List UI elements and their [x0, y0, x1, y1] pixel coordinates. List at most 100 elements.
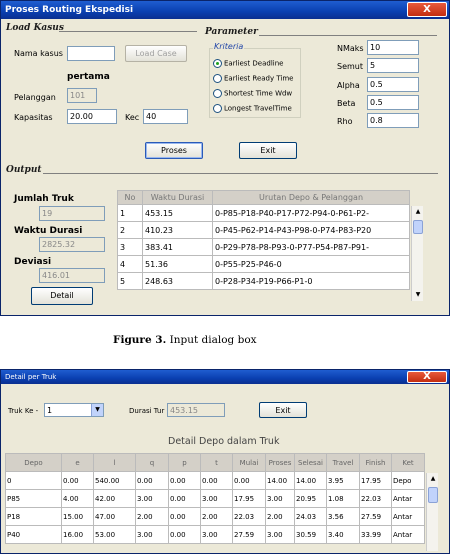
exit-button[interactable]: Exit	[239, 142, 297, 159]
proses-button[interactable]: Proses	[145, 142, 203, 159]
pelanggan-label: Pelanggan	[14, 93, 56, 102]
nmaks-label: NMaks	[337, 44, 364, 53]
column-header[interactable]: t	[200, 453, 233, 472]
radio-longest-traveltime[interactable]: Longest TravelTime	[213, 104, 292, 113]
divider	[259, 35, 437, 36]
table-row[interactable]: 2 410.23 0-P45-P62-P14-P43-P98-0-P74-P83-P…	[117, 221, 410, 239]
column-header[interactable]: q	[135, 453, 169, 472]
semut-input[interactable]: 5	[367, 58, 419, 73]
table-row[interactable]: 0 0.00 540.00 0.00 0.00 0.00 0.00 14.00 14.00 3.9…	[5, 471, 425, 490]
table-row[interactable]: 4 51.36 0-P55-P25-P46-0	[117, 255, 410, 273]
radio-earliest-ready-time[interactable]: Earliest Ready Time	[213, 74, 294, 83]
table-scrollbar[interactable]: ▲	[426, 473, 438, 551]
cell: 17.95	[232, 489, 266, 508]
cell: 20.95	[294, 489, 327, 508]
radio-label: Earliest Ready Time	[224, 74, 294, 83]
truk-select[interactable]: 1 ▼	[44, 403, 104, 417]
kec-input[interactable]: 40	[143, 109, 188, 124]
detail-button[interactable]: Detail	[31, 287, 93, 305]
chevron-down-icon[interactable]: ▼	[91, 404, 103, 416]
cell: 14.00	[265, 471, 295, 490]
exit-button[interactable]: Exit	[259, 402, 307, 418]
cell: 0.00	[135, 471, 169, 490]
close-button[interactable]: X	[407, 2, 447, 17]
load-case-button[interactable]: Load Case	[125, 45, 187, 62]
column-header[interactable]: Travel	[326, 453, 360, 472]
route-table: No Waktu Durasi Urutan Depo & Pelanggan …	[117, 190, 410, 290]
table-row[interactable]: 5 248.63 0-P28-P34-P19-P66-P1-0	[117, 272, 410, 290]
table-header-row: Depo e l q p t Mulai Proses Selesai Trav…	[5, 453, 425, 472]
alpha-input[interactable]: 0.5	[367, 77, 419, 92]
cell: 2.00	[135, 507, 169, 526]
cell: 0.00	[168, 525, 201, 544]
nama-kasus-input[interactable]	[67, 46, 115, 61]
scroll-up-icon[interactable]: ▲	[428, 474, 438, 484]
column-header[interactable]: Finish	[359, 453, 392, 472]
figure-caption: Figure 3. Input dialog box	[113, 334, 257, 346]
column-header[interactable]: e	[61, 453, 94, 472]
cell-durasi: 51.36	[142, 255, 213, 273]
radio-icon	[213, 89, 222, 98]
cell: 3.00	[265, 525, 295, 544]
table-scrollbar[interactable]: ▲ ▼	[411, 206, 423, 301]
cell: 17.95	[359, 471, 392, 490]
window-titlebar[interactable]: Detail per Truk X	[1, 370, 449, 384]
column-header[interactable]: Mulai	[232, 453, 266, 472]
cell: 2.00	[265, 507, 295, 526]
waktu-durasi-field: 2825.32	[39, 237, 105, 252]
cell: Antar	[391, 507, 425, 526]
scroll-up-icon[interactable]: ▲	[413, 207, 423, 217]
cell: 2.00	[200, 507, 233, 526]
truk-ke-label: Truk Ke -	[8, 407, 39, 415]
column-header[interactable]: Waktu Durasi	[142, 190, 213, 205]
column-header[interactable]: p	[168, 453, 201, 472]
cell: 0.00	[168, 507, 201, 526]
column-header[interactable]: No	[117, 190, 143, 205]
radio-earliest-deadline[interactable]: Earliest Deadline	[213, 59, 283, 68]
beta-input[interactable]: 0.5	[367, 95, 419, 110]
scroll-thumb[interactable]	[428, 487, 438, 503]
truk-select-value: 1	[47, 406, 53, 415]
output-heading: Output	[6, 165, 42, 175]
scroll-thumb[interactable]	[413, 220, 423, 234]
cell: 3.40	[326, 525, 360, 544]
table-row[interactable]: 3 383.41 0-P29-P78-P8-P93-0-P77-P54-P87-P9…	[117, 238, 410, 256]
routing-window: Proses Routing Ekspedisi X Load Kasus Na…	[0, 0, 450, 316]
cell-urutan: 0-P29-P78-P8-P93-0-P77-P54-P87-P91-	[212, 238, 410, 256]
cell-no: 2	[117, 221, 143, 239]
table-header-row: No Waktu Durasi Urutan Depo & Pelanggan	[117, 190, 410, 205]
column-header[interactable]: Urutan Depo & Pelanggan	[212, 190, 410, 205]
window-titlebar[interactable]: Proses Routing Ekspedisi X	[1, 1, 449, 19]
column-header[interactable]: Proses	[265, 453, 295, 472]
cell: 0	[5, 471, 62, 490]
column-header[interactable]: l	[93, 453, 136, 472]
load-kasus-heading: Load Kasus	[6, 23, 64, 33]
kriteria-label: Kriteria	[213, 42, 245, 51]
cell: 0.00	[61, 471, 94, 490]
table-row[interactable]: P85 4.00 42.00 3.00 0.00 3.00 17.95 3.00 20.95 1.…	[5, 489, 425, 508]
table-row[interactable]: 1 453.15 0-P85-P18-P40-P17-P72-P94-0-P61-P…	[117, 204, 410, 222]
caption-label: Figure 3.	[113, 334, 167, 346]
column-header[interactable]: Depo	[5, 453, 62, 472]
table-row[interactable]: P18 15.00 47.00 2.00 0.00 2.00 22.03 2.00 24.03 3…	[5, 507, 425, 526]
table-row[interactable]: P40 16.00 53.00 3.00 0.00 3.00 27.59 3.00 30.59 3…	[5, 525, 425, 544]
column-header[interactable]: Ket	[391, 453, 425, 472]
close-button[interactable]: X	[407, 371, 447, 383]
scroll-down-icon[interactable]: ▼	[413, 290, 423, 300]
cell-durasi: 410.23	[142, 221, 213, 239]
cell: 3.00	[265, 489, 295, 508]
nmaks-input[interactable]: 10	[367, 40, 419, 55]
radio-selected-icon	[213, 59, 222, 68]
kapasitas-input[interactable]: 20.00	[67, 109, 117, 124]
table-title: Detail Depo dalam Truk	[168, 436, 280, 447]
cell: Antar	[391, 489, 425, 508]
cell: 47.00	[93, 507, 136, 526]
cell-urutan: 0-P45-P62-P14-P43-P98-0-P74-P83-P20	[212, 221, 410, 239]
cell: P18	[5, 507, 62, 526]
column-header[interactable]: Selesai	[294, 453, 327, 472]
semut-label: Semut	[337, 62, 363, 71]
radio-shortest-time-wdw[interactable]: Shortest Time Wdw	[213, 89, 292, 98]
rho-input[interactable]: 0.8	[367, 113, 419, 128]
cell: 1.08	[326, 489, 360, 508]
cell: 24.03	[294, 507, 327, 526]
